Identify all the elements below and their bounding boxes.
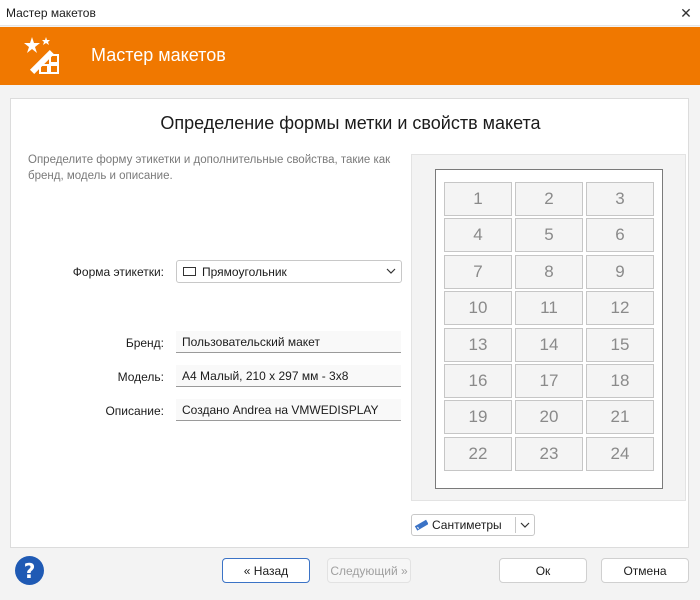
description-field[interactable]: Создано Andrea на VMWEDISPLAY	[176, 399, 401, 421]
label-cell: 24	[586, 436, 654, 471]
title-bar: Мастер макетов ✕	[0, 0, 700, 26]
label-cell: 10	[444, 291, 512, 326]
back-button[interactable]: « Назад	[222, 558, 310, 583]
rectangle-icon	[183, 267, 196, 276]
ruler-icon	[414, 519, 428, 531]
close-button[interactable]: ✕	[672, 0, 700, 26]
ok-button[interactable]: Ок	[499, 558, 587, 583]
description-label: Описание:	[105, 404, 164, 418]
model-label: Модель:	[117, 370, 164, 384]
next-button[interactable]: Следующий »	[327, 558, 411, 583]
label-cell: 12	[586, 291, 654, 326]
label-cell: 16	[444, 363, 512, 398]
content-panel: Определение формы метки и свойств макета…	[10, 98, 689, 548]
label-cell: 4	[444, 218, 512, 253]
shape-select[interactable]: Прямоугольник	[176, 260, 402, 283]
label-cell: 22	[444, 436, 512, 471]
label-cell: 13	[444, 327, 512, 362]
units-divider	[515, 517, 516, 533]
page-heading: Определение формы метки и свойств макета	[160, 113, 541, 133]
cancel-button[interactable]: Отмена	[601, 558, 689, 583]
label-preview: 1 2 3 4 5 6 7 8 9 10 11 12 13 14 15 16 17 18 19 20 21 22 23 24	[411, 154, 686, 501]
label-cell: 23	[515, 436, 583, 471]
label-cell: 7	[444, 254, 512, 289]
label-cell: 15	[586, 327, 654, 362]
label-cell: 1	[444, 182, 512, 216]
label-cell: 18	[586, 363, 654, 398]
label-cell: 17	[515, 363, 583, 398]
units-value: Сантиметры	[432, 518, 502, 532]
chevron-down-icon	[520, 522, 530, 528]
brand-label: Бренд:	[125, 336, 164, 350]
label-cell: 2	[515, 182, 583, 216]
label-cell: 5	[515, 218, 583, 253]
label-cell: 21	[586, 400, 654, 435]
label-cell: 3	[586, 182, 654, 216]
help-icon[interactable]: ?	[15, 556, 44, 585]
label-cell: 19	[444, 400, 512, 435]
wizard-banner: Мастер макетов	[0, 27, 700, 85]
chevron-down-icon	[386, 268, 396, 274]
shape-label: Форма этикетки:	[72, 265, 164, 279]
label-cell: 6	[586, 218, 654, 253]
window-title: Мастер макетов	[6, 6, 96, 20]
label-cell: 11	[515, 291, 583, 326]
label-cell: 20	[515, 400, 583, 435]
page-description: Определите форму этикетки и дополнительн…	[28, 154, 391, 182]
model-field[interactable]: A4 Малый, 210 x 297 мм - 3x8	[176, 365, 401, 387]
wand-grid-icon	[24, 37, 59, 75]
label-grid: 1 2 3 4 5 6 7 8 9 10 11 12 13 14 15 16 17 18 19 20 21 22 23 24	[444, 182, 654, 471]
label-cell: 14	[515, 327, 583, 362]
label-cell: 9	[586, 254, 654, 289]
shape-select-value: Прямоугольник	[202, 264, 287, 279]
banner-title: Мастер макетов	[91, 45, 226, 65]
preview-sheet: 1 2 3 4 5 6 7 8 9 10 11 12 13 14 15 16 17 18 19 20 21 22 23 24	[435, 169, 663, 489]
label-cell: 8	[515, 254, 583, 289]
units-select[interactable]: Сантиметры	[411, 514, 535, 536]
brand-field[interactable]: Пользовательский макет	[176, 331, 401, 353]
